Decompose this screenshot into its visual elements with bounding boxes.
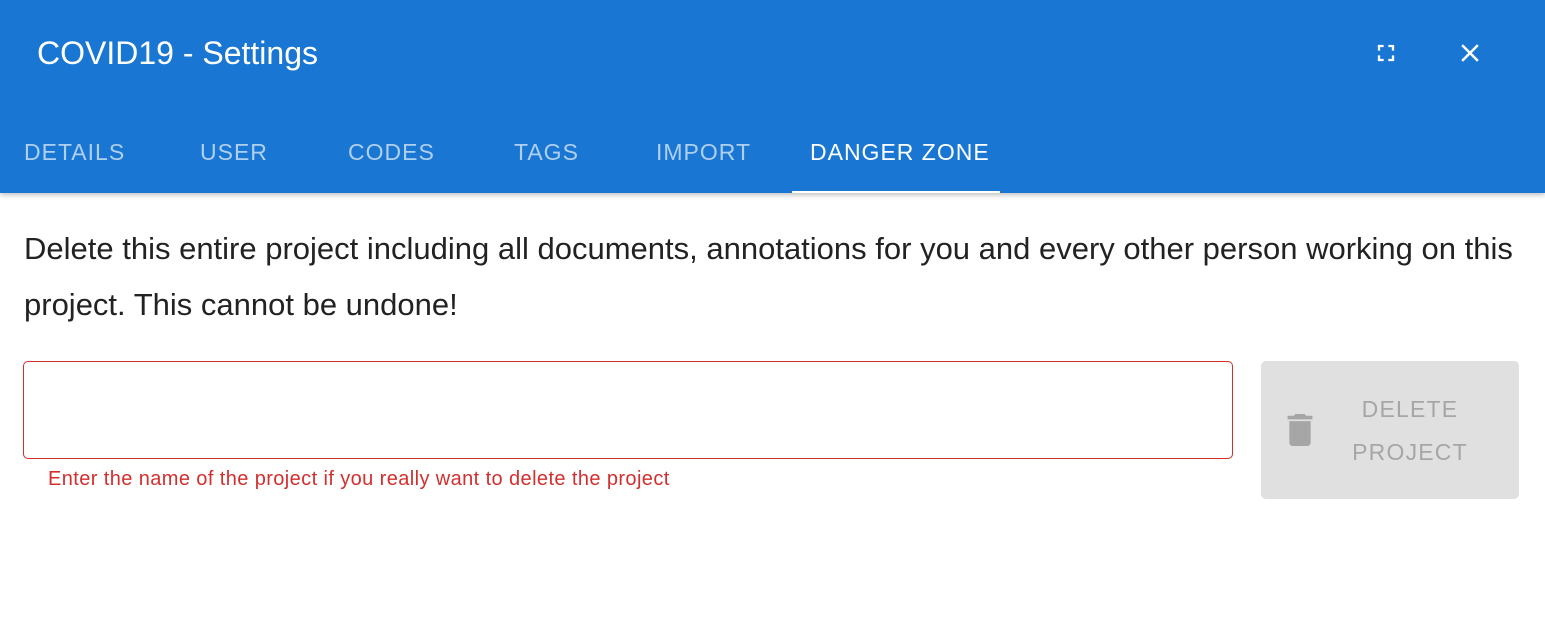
- tab-tags[interactable]: TAGS: [514, 112, 579, 193]
- fullscreen-icon: [1377, 44, 1395, 62]
- trash-icon: [1287, 414, 1313, 446]
- fullscreen-button[interactable]: [1362, 29, 1410, 77]
- danger-zone-panel: Delete this entire project including all…: [24, 221, 1524, 333]
- project-name-field: [23, 361, 1233, 459]
- dialog-title: COVID19 - Settings: [37, 35, 318, 71]
- settings-tabs: DETAILS USER CODES TAGS IMPORT DANGER ZO…: [0, 112, 1100, 193]
- dialog-toolbar: COVID19 - Settings DETAILS USER CODES TA…: [0, 0, 1545, 193]
- tab-details[interactable]: DETAILS: [24, 112, 125, 193]
- delete-project-button[interactable]: DELETE PROJECT: [1261, 361, 1519, 499]
- delete-warning-text: Delete this entire project including all…: [24, 231, 1513, 322]
- close-icon: [1461, 44, 1479, 62]
- tab-danger-zone[interactable]: DANGER ZONE: [810, 112, 990, 193]
- close-button[interactable]: [1446, 29, 1494, 77]
- settings-dialog: COVID19 - Settings DETAILS USER CODES TA…: [0, 0, 1545, 630]
- tab-codes[interactable]: CODES: [348, 112, 435, 193]
- project-name-input[interactable]: [24, 362, 1232, 458]
- tab-import[interactable]: IMPORT: [656, 112, 751, 193]
- active-tab-indicator: [792, 191, 1000, 193]
- tab-user[interactable]: USER: [200, 112, 268, 193]
- delete-project-label: DELETE PROJECT: [1352, 396, 1468, 465]
- project-name-hint: Enter the name of the project if you rea…: [48, 468, 670, 490]
